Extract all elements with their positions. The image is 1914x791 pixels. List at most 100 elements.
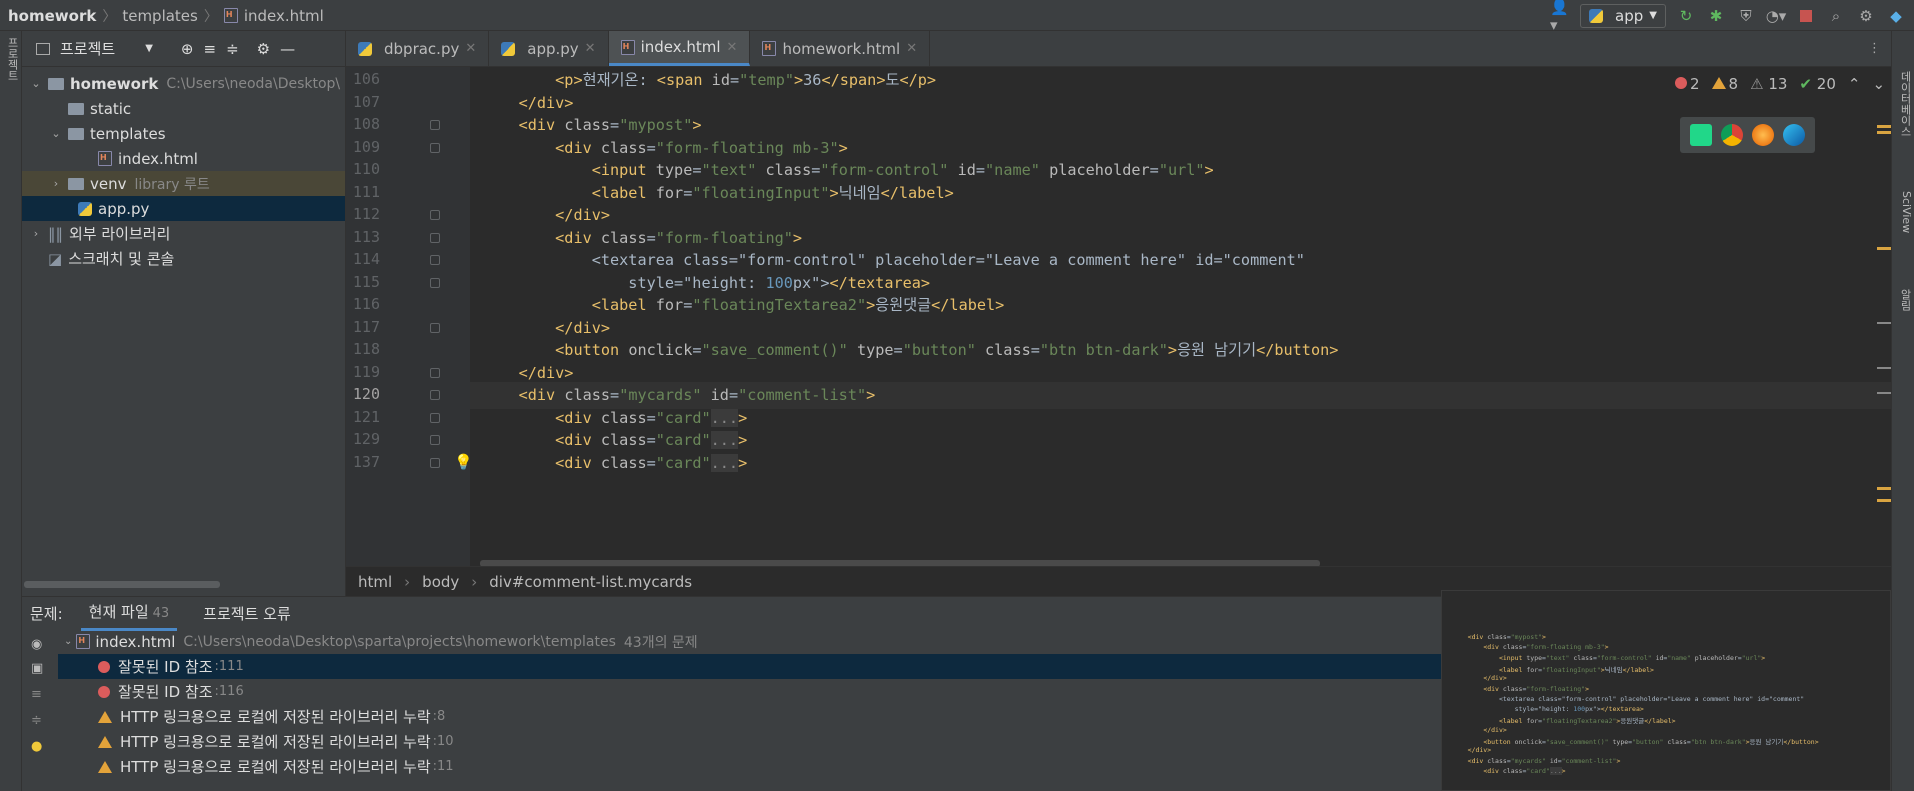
lightbulb-icon[interactable]: 💡: [454, 453, 473, 471]
tab-dbprac-py[interactable]: dbprac.py ✕: [346, 31, 490, 66]
fold-marker-icon[interactable]: [430, 412, 440, 423]
collapse-all-icon[interactable]: ≑: [31, 713, 42, 728]
profile-icon[interactable]: ◔▾: [1766, 6, 1787, 26]
notifications-tool-button[interactable]: 알림: [1895, 289, 1913, 311]
tab-homework-html[interactable]: homework.html ✕: [750, 31, 931, 66]
breadcrumb-project[interactable]: homework: [8, 7, 96, 25]
rerun-icon[interactable]: ↻: [1676, 6, 1696, 26]
gear-icon[interactable]: ⚙: [257, 40, 270, 58]
folder-icon: [68, 177, 84, 190]
chevron-down-icon[interactable]: ⌄: [1872, 75, 1885, 93]
run-config-dropdown[interactable]: app ▼: [1580, 3, 1666, 28]
code-line[interactable]: <button onclick="save_comment()" type="b…: [482, 337, 1338, 364]
database-tool-button[interactable]: 데이터베이스: [1895, 71, 1913, 137]
stop-icon[interactable]: [1796, 6, 1816, 26]
breadcrumb-file[interactable]: index.html: [244, 7, 324, 25]
search-icon[interactable]: ⌕: [1826, 6, 1846, 26]
warning-count-value: 8: [1728, 75, 1739, 93]
more-tabs-icon[interactable]: ⋮: [1858, 41, 1891, 56]
tree-item-venv[interactable]: › venv library 루트: [22, 171, 345, 196]
error-count[interactable]: 2: [1675, 75, 1700, 93]
tab-current-file[interactable]: 현재 파일 43: [80, 595, 178, 631]
tree-item-app-py[interactable]: app.py: [22, 196, 345, 221]
chevron-down-icon[interactable]: ⌄: [64, 636, 72, 647]
debug-icon[interactable]: ✱: [1706, 6, 1726, 26]
project-tool-button[interactable]: 프로젝트: [2, 37, 20, 81]
chevron-right-icon[interactable]: ›: [28, 227, 44, 240]
tab-index-html[interactable]: index.html ✕: [608, 31, 751, 66]
weak-warning-count[interactable]: ⚠ 13: [1750, 75, 1787, 93]
fold-marker-icon[interactable]: [430, 435, 440, 445]
expand-all-icon[interactable]: ≡: [203, 40, 216, 58]
problem-location: :10: [432, 734, 454, 749]
plugin-icon[interactable]: ◆: [1886, 6, 1906, 26]
firefox-icon[interactable]: [1751, 124, 1774, 146]
problem-location: :116: [214, 684, 244, 699]
horizontal-scrollbar[interactable]: [24, 581, 220, 588]
coverage-icon[interactable]: ⛨: [1736, 6, 1756, 26]
tree-item-external-libraries[interactable]: › ‖‖ 외부 라이브러리: [22, 221, 345, 246]
sciview-tool-button[interactable]: SciView: [1895, 191, 1913, 233]
crumb-body[interactable]: body: [422, 573, 459, 591]
warning-count[interactable]: 8: [1711, 75, 1739, 93]
project-view-selector[interactable]: 프로젝트: [60, 38, 115, 59]
eye-icon[interactable]: ◉: [31, 637, 42, 652]
line-number: 137: [352, 452, 380, 471]
crumb-html[interactable]: html: [358, 573, 392, 591]
typo-count[interactable]: ✔ 20: [1799, 75, 1835, 93]
tree-item-index-html[interactable]: index.html: [22, 146, 345, 171]
fold-marker-icon[interactable]: [430, 457, 440, 468]
problem-row[interactable]: HTTP 링크용으로 로컬에 저장된 라이브러리 누락:11: [58, 754, 1478, 779]
chevron-right-icon[interactable]: ›: [48, 177, 64, 190]
problem-row[interactable]: HTTP 링크용으로 로컬에 저장된 라이브러리 누락:8: [58, 704, 1478, 729]
edge-icon[interactable]: [1782, 124, 1805, 146]
problem-row[interactable]: HTTP 링크용으로 로컬에 저장된 라이브러리 누락:10: [58, 729, 1478, 754]
problem-row[interactable]: 잘못된 ID 참조:116: [58, 679, 1478, 704]
tree-root[interactable]: ⌄ homework C:\Users\neoda\Desktop\: [22, 71, 345, 96]
tab-project-errors[interactable]: 프로젝트 오류: [195, 597, 299, 630]
close-icon[interactable]: ✕: [906, 41, 917, 56]
tree-item-scratches[interactable]: ◪ 스크래치 및 콘솔: [22, 246, 345, 271]
chevron-up-icon[interactable]: ⌃: [1848, 75, 1861, 93]
error-stripe[interactable]: [1873, 67, 1891, 566]
lightbulb-icon[interactable]: ●: [31, 739, 42, 754]
code-editor[interactable]: 106 107 108 109 110 111 112 113 114 115 116 117 118 1…: [346, 67, 1891, 566]
fold-marker-icon[interactable]: [430, 322, 440, 333]
fold-marker-icon[interactable]: [430, 120, 440, 130]
line-number: 106: [352, 70, 380, 88]
gear-icon[interactable]: ⚙: [1856, 6, 1876, 26]
tab-app-py[interactable]: app.py ✕: [489, 31, 609, 66]
code-line[interactable]: <div class="card"...>: [482, 450, 747, 477]
collapse-all-icon[interactable]: ≑: [226, 40, 239, 58]
chevron-down-icon[interactable]: ⌄: [28, 77, 44, 90]
chevron-down-icon[interactable]: ⌄: [48, 127, 64, 140]
close-icon[interactable]: ✕: [465, 41, 476, 56]
close-icon[interactable]: ✕: [727, 40, 738, 55]
hide-icon[interactable]: —: [280, 40, 295, 58]
problem-row[interactable]: 잘못된 ID 참조:111: [58, 654, 1478, 679]
tree-item-templates[interactable]: ⌄ templates: [22, 121, 345, 146]
fold-marker-icon[interactable]: [430, 390, 440, 400]
problem-file-row[interactable]: ⌄ index.html C:\Users\neoda\Desktop\spar…: [58, 629, 1478, 654]
expand-all-icon[interactable]: ≡: [31, 687, 42, 702]
fold-marker-icon[interactable]: [430, 232, 440, 243]
fold-marker-icon[interactable]: [430, 255, 440, 265]
fold-marker-icon[interactable]: [430, 277, 440, 288]
user-account-icon[interactable]: 👤▾: [1550, 0, 1570, 34]
line-number: 117: [352, 317, 380, 336]
fold-marker-icon[interactable]: [430, 142, 440, 153]
inspection-widget[interactable]: 2 8 ⚠ 13 ✔ 20 ⌃ ⌄: [1675, 75, 1885, 93]
line-number: 118: [352, 340, 380, 358]
chevron-down-icon[interactable]: ▼: [145, 43, 153, 54]
crumb-div[interactable]: div#comment-list.mycards: [489, 573, 692, 591]
breadcrumb-folder[interactable]: templates: [122, 7, 198, 25]
error-icon: [98, 660, 110, 673]
locate-icon[interactable]: ⊕: [181, 40, 194, 58]
fold-marker-icon[interactable]: [430, 367, 440, 378]
tree-item-static[interactable]: static: [22, 96, 345, 121]
close-icon[interactable]: ✕: [585, 41, 596, 56]
chrome-icon[interactable]: [1721, 124, 1744, 146]
preview-icon[interactable]: ▣: [31, 661, 43, 676]
pycharm-icon[interactable]: [1690, 124, 1713, 146]
fold-marker-icon[interactable]: [430, 210, 440, 220]
